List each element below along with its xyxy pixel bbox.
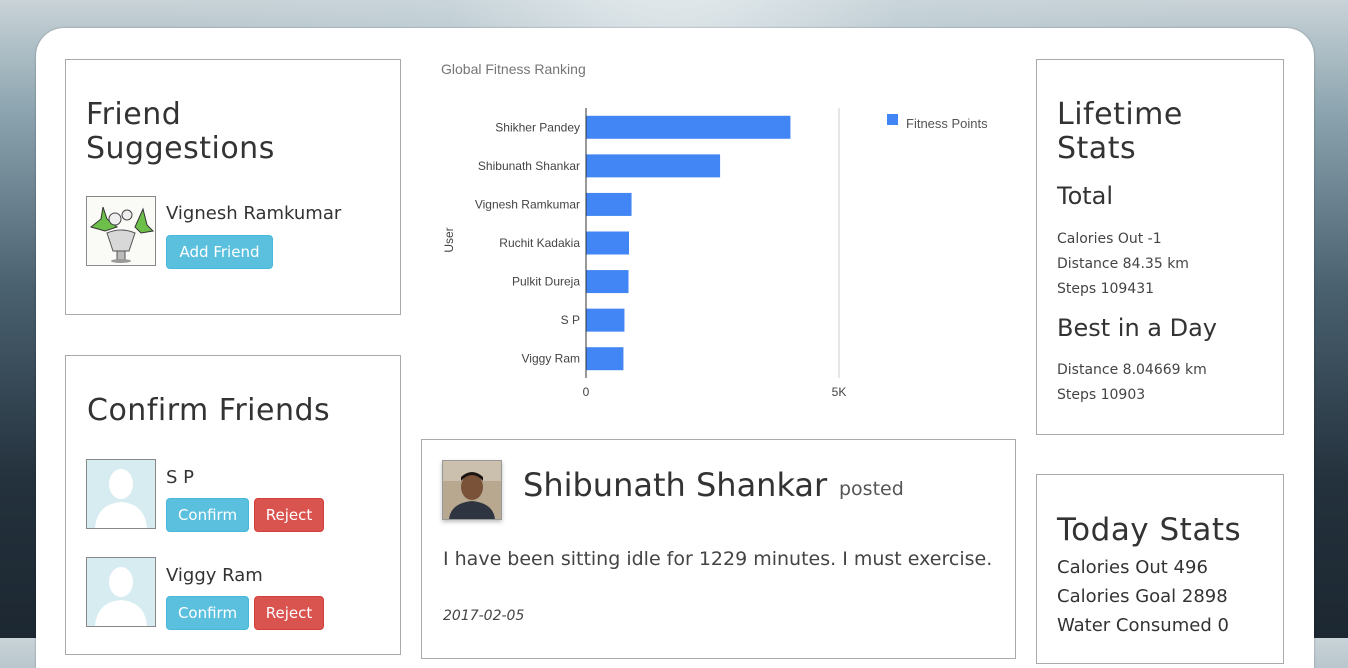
legend-label: Fitness Points bbox=[906, 116, 988, 131]
author-photo-icon bbox=[443, 461, 501, 519]
best-distance: Distance 8.04669 km bbox=[1057, 362, 1207, 378]
today-stats-title: Today Stats bbox=[1057, 512, 1242, 548]
bar[interactable] bbox=[586, 347, 624, 371]
confirm-friends-title: Confirm Friends bbox=[87, 393, 331, 428]
bar[interactable] bbox=[586, 192, 632, 216]
bar[interactable] bbox=[586, 231, 630, 255]
reject-button[interactable]: Reject bbox=[254, 498, 324, 532]
default-user-icon bbox=[87, 558, 155, 626]
cartoon-avatar-icon bbox=[87, 197, 155, 265]
today-water-consumed: Water Consumed 0 bbox=[1057, 615, 1229, 636]
category-label: Vignesh Ramkumar bbox=[475, 197, 580, 211]
best-steps: Steps 10903 bbox=[1057, 387, 1146, 403]
post-card: Shibunath Shankar posted I have been sit… bbox=[421, 439, 1016, 659]
suggestion-name: Vignesh Ramkumar bbox=[166, 203, 342, 224]
request-avatar[interactable] bbox=[86, 557, 156, 627]
bar[interactable] bbox=[586, 308, 625, 332]
x-tick-label: 0 bbox=[583, 385, 590, 399]
bar[interactable] bbox=[586, 270, 629, 294]
lifetime-stats-title: Lifetime Stats bbox=[1057, 97, 1183, 166]
request-name: Viggy Ram bbox=[166, 565, 263, 586]
post-verb: posted bbox=[839, 478, 904, 500]
category-label: Viggy Ram bbox=[522, 352, 580, 366]
x-tick-label: 5K bbox=[832, 385, 847, 399]
fitness-ranking-chart: Global Fitness Ranking User Shikher Pand… bbox=[441, 61, 988, 399]
lifetime-stats-panel: Lifetime Stats Total Calories Out -1 Dis… bbox=[1036, 59, 1284, 435]
post-date: 2017-02-05 bbox=[443, 608, 525, 624]
post-body: I have been sitting idle for 1229 minute… bbox=[443, 548, 993, 570]
y-axis-label: User bbox=[442, 227, 456, 252]
post-author-avatar[interactable] bbox=[442, 460, 502, 520]
friend-suggestions-panel: Friend Suggestions Vignesh Ramkumar Add … bbox=[65, 59, 401, 315]
chart-plot-area: Shikher Pandey Shibunath Shankar Vignesh R… bbox=[475, 108, 847, 399]
category-label: Shibunath Shankar bbox=[478, 159, 580, 173]
total-steps: Steps 109431 bbox=[1057, 281, 1155, 297]
post-author-name[interactable]: Shibunath Shankar bbox=[523, 466, 827, 504]
confirm-button[interactable]: Confirm bbox=[166, 596, 249, 630]
total-calories-out: Calories Out -1 bbox=[1057, 231, 1162, 247]
today-stats-panel: Today Stats Calories Out 496 Calories Go… bbox=[1036, 474, 1284, 664]
bar[interactable] bbox=[586, 154, 721, 178]
today-calories-goal: Calories Goal 2898 bbox=[1057, 586, 1228, 607]
friend-suggestions-title: Friend Suggestions bbox=[86, 97, 275, 166]
total-distance: Distance 84.35 km bbox=[1057, 256, 1189, 272]
bar[interactable] bbox=[586, 115, 791, 139]
legend-swatch bbox=[887, 114, 898, 125]
category-label: Shikher Pandey bbox=[495, 120, 580, 134]
category-label: Pulkit Dureja bbox=[512, 275, 580, 289]
chart-title: Global Fitness Ranking bbox=[441, 61, 586, 77]
today-calories-out: Calories Out 496 bbox=[1057, 557, 1208, 578]
add-friend-button[interactable]: Add Friend bbox=[166, 235, 273, 269]
default-user-icon bbox=[87, 460, 155, 528]
category-label: S P bbox=[561, 313, 580, 327]
request-avatar[interactable] bbox=[86, 459, 156, 529]
total-heading: Total bbox=[1057, 182, 1114, 210]
best-heading: Best in a Day bbox=[1057, 314, 1218, 342]
confirm-button[interactable]: Confirm bbox=[166, 498, 249, 532]
suggestion-avatar[interactable] bbox=[86, 196, 156, 266]
request-name: S P bbox=[166, 467, 195, 488]
confirm-friends-panel: Confirm Friends S P Confirm Reject Viggy… bbox=[65, 355, 401, 655]
reject-button[interactable]: Reject bbox=[254, 596, 324, 630]
category-label: Ruchit Kadakia bbox=[499, 236, 580, 250]
